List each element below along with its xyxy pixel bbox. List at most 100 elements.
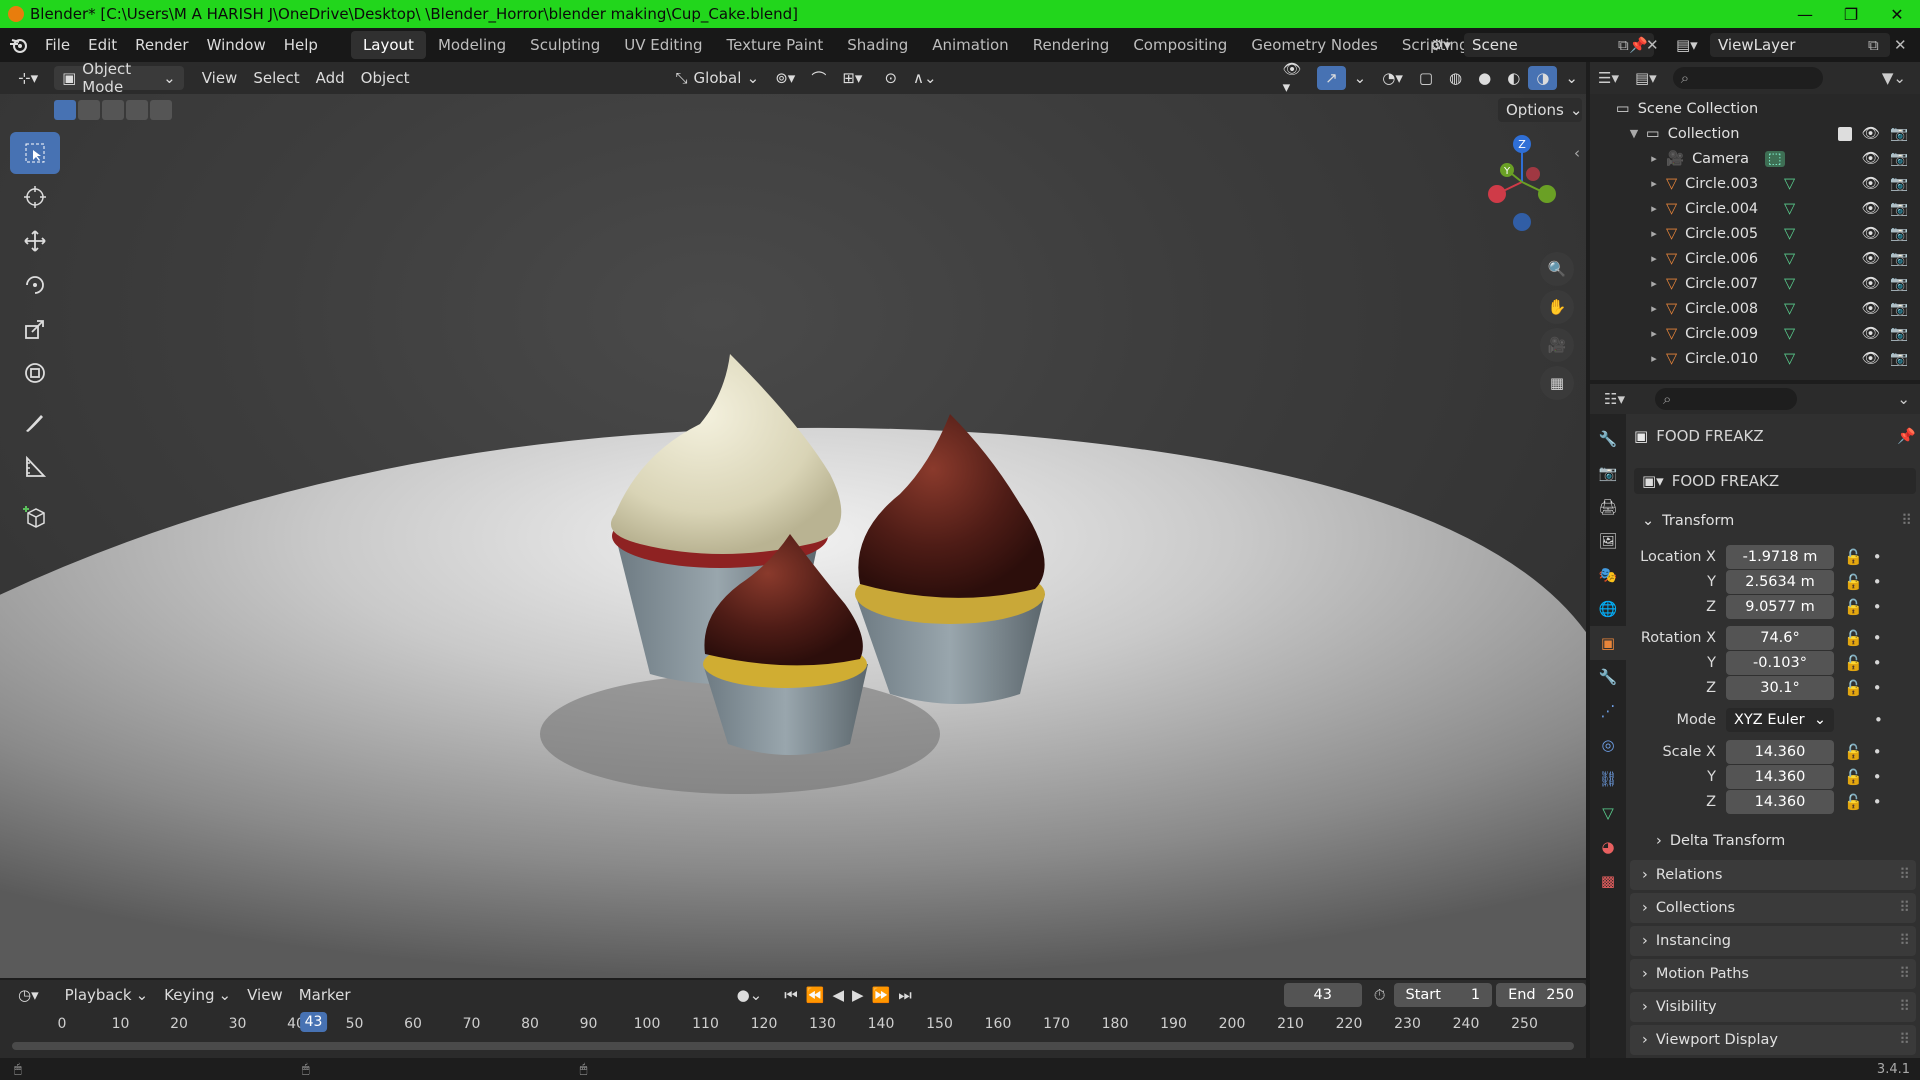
camera-render-icon[interactable]: 📷	[1890, 200, 1908, 217]
keyframe-dot-icon[interactable]: •	[1873, 573, 1882, 591]
cursor-tool-icon[interactable]	[10, 176, 60, 218]
wireframe-shading-icon[interactable]: ◍	[1441, 66, 1470, 90]
menu-view[interactable]: View	[194, 66, 246, 90]
end-frame-field[interactable]: End 250	[1496, 983, 1586, 1007]
preview-range-icon[interactable]: ⏱	[1374, 986, 1386, 1004]
menu-file[interactable]: File	[36, 36, 79, 54]
workspace-tab-modeling[interactable]: Modeling	[426, 31, 518, 59]
viewlayer-selector[interactable]: ViewLayer	[1710, 33, 1890, 57]
menu-window[interactable]: Window	[198, 36, 275, 54]
view-layer-tab-icon[interactable]: 🖼	[1590, 524, 1626, 558]
menu-render[interactable]: Render	[126, 36, 197, 54]
outliner-item-circle-006[interactable]: ▸ ▽ Circle.006 ▽ 👁 📷	[1590, 246, 1920, 271]
keyframe-dot-icon[interactable]: •	[1874, 711, 1883, 729]
timeline-editor-icon[interactable]: ◷▾	[10, 983, 47, 1007]
checkbox-icon[interactable]	[1837, 126, 1852, 141]
drag-handle-icon[interactable]: ⠿	[1899, 999, 1910, 1015]
minimize-button[interactable]: —	[1782, 0, 1828, 28]
transform-tool-icon[interactable]	[10, 352, 60, 394]
remove-viewlayer-icon[interactable]: ✕	[1894, 36, 1907, 54]
scale-tool-icon[interactable]	[10, 308, 60, 350]
shading-options-icon[interactable]: ⌄	[1557, 66, 1586, 90]
timeline-view-menu[interactable]: View	[239, 983, 291, 1007]
location-z-field[interactable]: 9.0577 m	[1726, 595, 1834, 619]
eye-icon[interactable]: 👁	[1862, 175, 1880, 192]
camera-render-icon[interactable]: 📷	[1890, 175, 1908, 192]
menu-object[interactable]: Object	[353, 66, 418, 90]
3d-viewport[interactable]: Options ⌄ Z Y 🔍 ✋ 🎥 ▦ ‹	[0, 94, 1586, 978]
keyframe-dot-icon[interactable]: •	[1873, 793, 1882, 811]
material-shading-icon[interactable]: ◐	[1499, 66, 1528, 90]
solid-shading-icon[interactable]: ●	[1470, 66, 1499, 90]
lock-icon[interactable]: 🔓	[1844, 679, 1863, 697]
orientation-selector[interactable]: ⤡ Global ⌄	[668, 66, 768, 90]
expand-icon[interactable]: ▸	[1646, 177, 1662, 190]
keyframe-dot-icon[interactable]: •	[1873, 598, 1882, 616]
gizmo-dropdown-icon[interactable]: ⌄	[1346, 66, 1375, 90]
move-tool-icon[interactable]	[10, 220, 60, 262]
menu-help[interactable]: Help	[275, 36, 327, 54]
outliner-editor-icon[interactable]: ☰▾	[1598, 69, 1619, 87]
camera-render-icon[interactable]: 📷	[1890, 150, 1908, 167]
camera-render-icon[interactable]: 📷	[1890, 275, 1908, 292]
visibility-selector-icon[interactable]: 👁▾	[1275, 60, 1317, 96]
falloff-icon[interactable]: ∧⌄	[905, 66, 945, 90]
pivot-icon[interactable]: ⊚▾	[767, 66, 803, 90]
physics-tab-icon[interactable]: ◎	[1590, 728, 1626, 762]
expand-icon[interactable]: ▸	[1646, 252, 1662, 265]
snap-icon[interactable]: ⌒	[803, 66, 834, 90]
properties-options-icon[interactable]: ⌄	[1897, 390, 1910, 408]
lock-icon[interactable]: 🔓	[1844, 793, 1863, 811]
rotate-tool-icon[interactable]	[10, 264, 60, 306]
lock-icon[interactable]: 🔓	[1844, 573, 1863, 591]
annotate-tool-icon[interactable]	[10, 402, 60, 444]
mode-selector[interactable]: ▣ Object Mode ⌄	[54, 60, 184, 96]
select-new-icon[interactable]	[54, 100, 76, 120]
outliner-item-circle-010[interactable]: ▸ ▽ Circle.010 ▽ 👁 📷	[1590, 346, 1920, 371]
scale-y-field[interactable]: 14.360	[1726, 765, 1834, 789]
gizmo-toggle-icon[interactable]: ↗	[1317, 66, 1346, 90]
jump-keyframe-back-icon[interactable]: ⏪	[802, 983, 829, 1007]
workspace-tab-animation[interactable]: Animation	[920, 31, 1020, 59]
visibility-panel-header[interactable]: › Visibility ⠿	[1630, 992, 1916, 1022]
eye-icon[interactable]: 👁	[1862, 225, 1880, 242]
drag-handle-icon[interactable]: ⠿	[1899, 1032, 1910, 1048]
collections-panel-header[interactable]: › Collections ⠿	[1630, 893, 1916, 923]
auto-keying-icon[interactable]: ●⌄	[729, 983, 771, 1007]
particles-tab-icon[interactable]: ⋰	[1590, 694, 1626, 728]
select-box-tool-icon[interactable]	[10, 132, 60, 174]
modifier-tab-icon[interactable]: 🔧	[1590, 660, 1626, 694]
display-mode-icon[interactable]: ▤▾	[1635, 69, 1657, 87]
lock-icon[interactable]: 🔓	[1844, 598, 1863, 616]
expand-icon[interactable]: ▸	[1646, 152, 1662, 165]
outliner-item-circle-005[interactable]: ▸ ▽ Circle.005 ▽ 👁 📷	[1590, 221, 1920, 246]
eye-icon[interactable]: 👁	[1862, 125, 1880, 142]
measure-tool-icon[interactable]	[10, 446, 60, 488]
menu-edit[interactable]: Edit	[79, 36, 126, 54]
zoom-icon[interactable]: 🔍	[1540, 252, 1574, 286]
relations-panel-header[interactable]: › Relations ⠿	[1630, 860, 1916, 890]
eye-icon[interactable]: 👁	[1862, 250, 1880, 267]
filter-icon[interactable]: ▼⌄	[1882, 69, 1906, 87]
lock-icon[interactable]: 🔓	[1844, 629, 1863, 647]
blender-menu-icon[interactable]	[0, 36, 36, 54]
eye-icon[interactable]: 👁	[1862, 200, 1880, 217]
expand-icon[interactable]: ▸	[1646, 302, 1662, 315]
camera-render-icon[interactable]: 📷	[1890, 125, 1908, 142]
location-y-field[interactable]: 2.5634 m	[1726, 570, 1834, 594]
navigation-gizmo[interactable]: Z Y	[1477, 134, 1567, 244]
properties-editor-icon[interactable]: ☷▾	[1604, 390, 1625, 408]
scale-z-field[interactable]: 14.360	[1726, 790, 1834, 814]
outliner-scene-collection[interactable]: ▭ Scene Collection	[1590, 96, 1920, 121]
play-reverse-icon[interactable]: ◀	[828, 983, 848, 1007]
current-frame-field[interactable]: 43	[1283, 983, 1362, 1007]
scene-tab-icon[interactable]: 🎭	[1590, 558, 1626, 592]
timeline-scrollbar[interactable]	[12, 1042, 1574, 1050]
keyframe-dot-icon[interactable]: •	[1873, 743, 1882, 761]
drag-handle-icon[interactable]: ⠿	[1901, 513, 1912, 529]
new-scene-icon[interactable]: ⧉	[1618, 36, 1629, 54]
xray-icon[interactable]: ▢	[1411, 66, 1441, 90]
rotation-x-field[interactable]: 74.6°	[1726, 626, 1834, 650]
lock-icon[interactable]: 🔓	[1844, 548, 1863, 566]
new-viewlayer-icon[interactable]: ⧉	[1868, 36, 1879, 54]
